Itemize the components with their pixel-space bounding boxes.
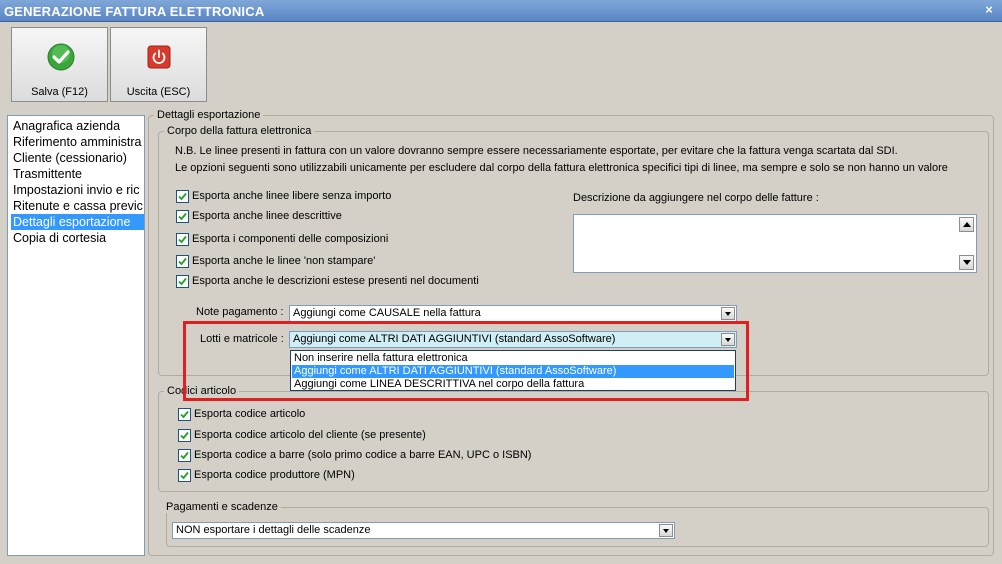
checkbox-non-stampare[interactable]	[176, 255, 189, 268]
checkbox-codice-cliente[interactable]	[178, 429, 191, 442]
note-pagamento-select[interactable]: Aggiungi come CAUSALE nella fattura	[289, 305, 737, 322]
scroll-down-icon[interactable]	[959, 255, 974, 270]
checkbox-codice-barre[interactable]	[178, 449, 191, 462]
checkbox-codice-produttore[interactable]	[178, 469, 191, 482]
corpo-group-title: Corpo della fattura elettronica	[164, 125, 315, 137]
checkbox-descrizioni-estese[interactable]	[176, 275, 189, 288]
sidebar-item-impostazioni-invio[interactable]: Impostazioni invio e ric	[11, 182, 144, 198]
note-pagamento-label: Note pagamento :	[196, 306, 284, 318]
checkbox-label: Esporta codice a barre (solo primo codic…	[194, 449, 532, 461]
close-icon[interactable]: ×	[982, 2, 996, 18]
checkbox-label: Esporta anche le linee 'non stampare'	[192, 255, 376, 267]
descrizione-label: Descrizione da aggiungere nel corpo dell…	[573, 192, 819, 204]
checkbox-label: Esporta codice produttore (MPN)	[194, 469, 355, 481]
sidebar-item-trasmittente[interactable]: Trasmittente	[11, 166, 144, 182]
checkbox-label: Esporta anche le descrizioni estese pres…	[192, 275, 479, 287]
chevron-down-icon[interactable]	[659, 524, 673, 537]
sidebar-nav: Anagrafica azienda Riferimento amministr…	[7, 115, 145, 556]
title-bar: GENERAZIONE FATTURA ELETTRONICA ×	[0, 0, 1002, 22]
checkbox-codice-articolo[interactable]	[178, 408, 191, 421]
save-button[interactable]: Salva (F12)	[11, 27, 108, 102]
window-title: GENERAZIONE FATTURA ELETTRONICA	[4, 4, 265, 19]
note-line-1: N.B. Le linee presenti in fattura con un…	[175, 145, 898, 157]
check-circle-icon	[47, 43, 75, 71]
checkbox-label: Esporta anche linee libere senza importo	[192, 190, 392, 202]
section-title: Dettagli esportazione	[154, 109, 264, 121]
pagamenti-group-title: Pagamenti e scadenze	[163, 501, 281, 513]
pagamenti-select[interactable]: NON esportare i dettagli delle scadenze	[172, 522, 675, 539]
checkbox-linee-descrittive[interactable]	[176, 210, 189, 223]
note-line-2: Le opzioni seguenti sono utilizzabili un…	[175, 162, 948, 174]
checkbox-linee-libere[interactable]	[176, 190, 189, 203]
checkbox-label: Esporta codice articolo	[194, 408, 306, 420]
checkbox-componenti[interactable]	[176, 233, 189, 246]
descrizione-textarea[interactable]	[573, 214, 977, 273]
note-pagamento-value: Aggiungi come CAUSALE nella fattura	[293, 307, 481, 319]
sidebar-item-copia-cortesia[interactable]: Copia di cortesia	[11, 230, 144, 246]
save-button-label: Salva (F12)	[31, 86, 88, 98]
sidebar-item-riferimento-amministrativo[interactable]: Riferimento amministra	[11, 134, 144, 150]
exit-button[interactable]: Uscita (ESC)	[110, 27, 207, 102]
checkbox-label: Esporta codice articolo del cliente (se …	[194, 429, 426, 441]
exit-button-label: Uscita (ESC)	[126, 86, 191, 98]
checkbox-label: Esporta anche linee descrittive	[192, 210, 342, 222]
pagamenti-value: NON esportare i dettagli delle scadenze	[176, 524, 371, 536]
checkbox-label: Esporta i componenti delle composizioni	[192, 233, 389, 245]
chevron-down-icon[interactable]	[721, 307, 735, 320]
sidebar-item-dettagli-esportazione[interactable]: Dettagli esportazione	[11, 214, 144, 230]
power-icon	[147, 45, 171, 69]
sidebar-item-ritenute-cassa[interactable]: Ritenute e cassa previc	[11, 198, 144, 214]
highlight-annotation-box	[183, 321, 749, 401]
sidebar-item-cliente[interactable]: Cliente (cessionario)	[11, 150, 144, 166]
sidebar-item-anagrafica-azienda[interactable]: Anagrafica azienda	[11, 118, 144, 134]
scroll-up-icon[interactable]	[959, 217, 974, 232]
